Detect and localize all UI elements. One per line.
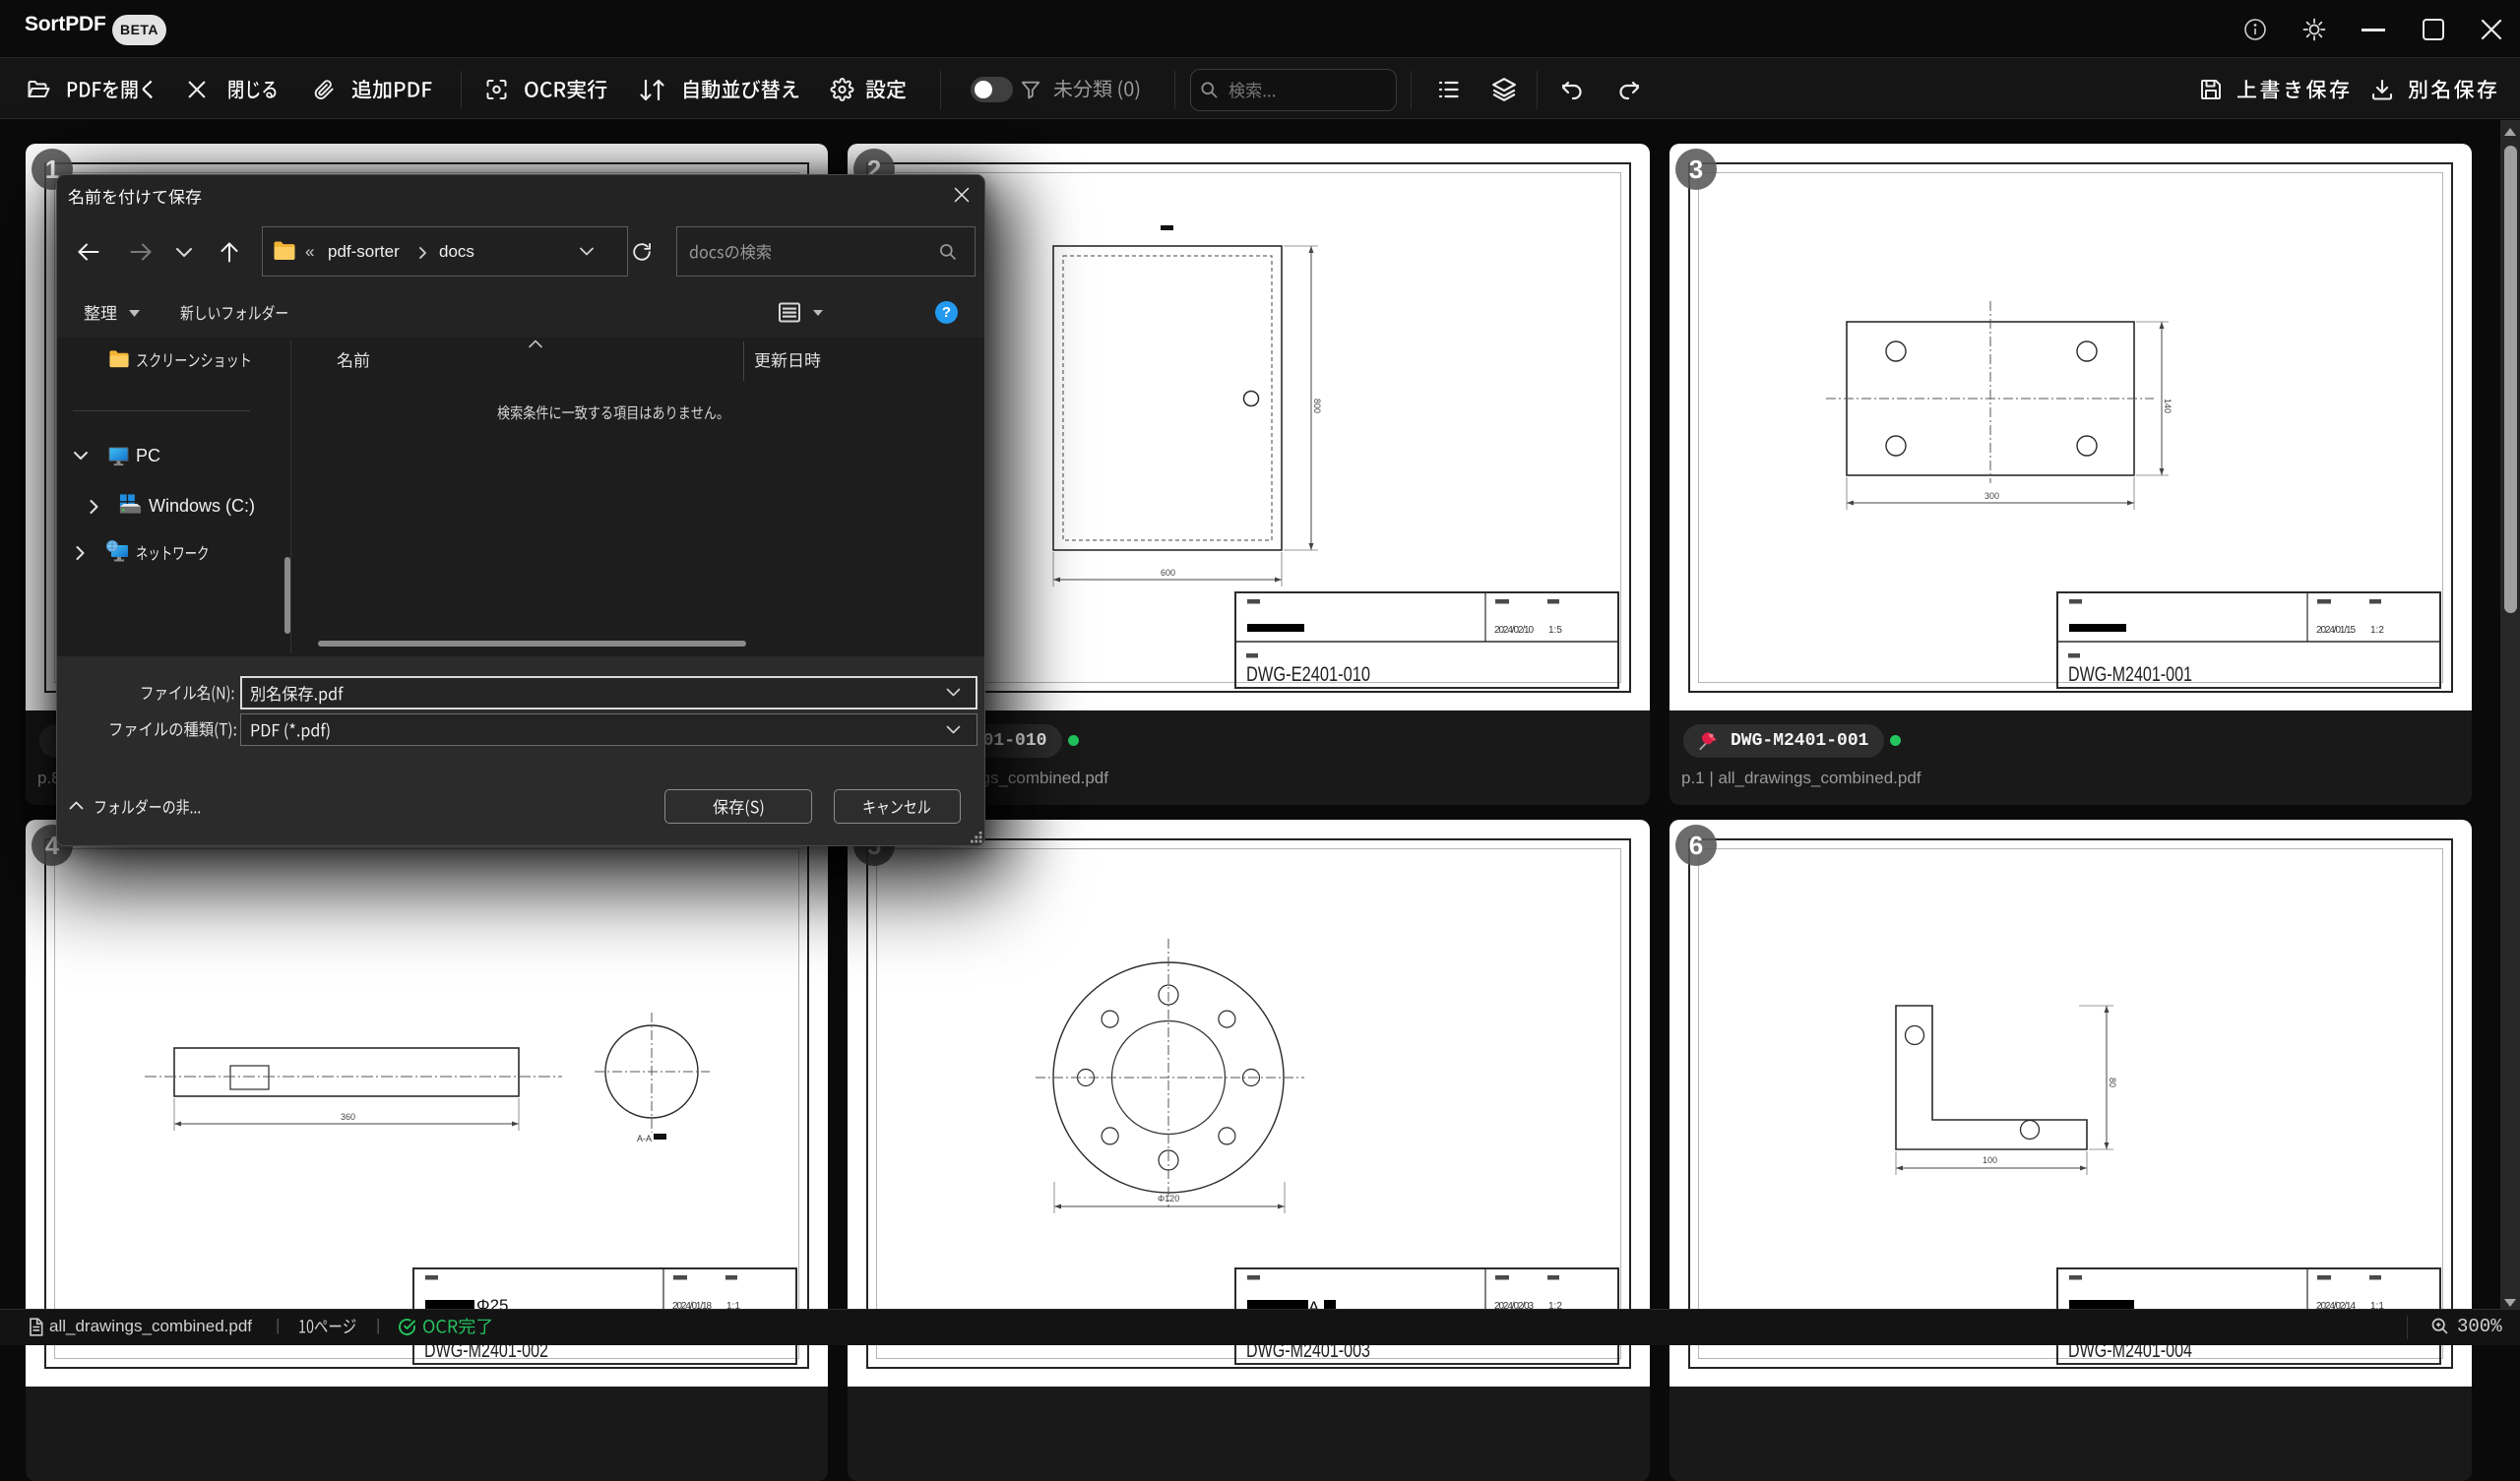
svg-text:Φ120: Φ120 — [1158, 1194, 1179, 1203]
svg-text:80: 80 — [2108, 1078, 2117, 1087]
svg-text:600: 600 — [1161, 568, 1175, 578]
svg-text:1:5: 1:5 — [1548, 625, 1562, 636]
svg-text:300: 300 — [1984, 491, 1999, 501]
svg-text:100: 100 — [1983, 1155, 1997, 1165]
svg-text:800: 800 — [1312, 399, 1322, 413]
svg-text:140: 140 — [2163, 399, 2173, 413]
svg-text:A-A: A-A — [637, 1134, 652, 1143]
svg-text:2024/01/15: 2024/01/15 — [2316, 625, 2356, 636]
svg-text:2024/02/10: 2024/02/10 — [1494, 625, 1534, 636]
svg-text:360: 360 — [341, 1112, 355, 1122]
svg-text:1:2: 1:2 — [2370, 625, 2384, 636]
svg-text:DWG-E2401-010: DWG-E2401-010 — [1246, 663, 1370, 686]
svg-text:DWG-M2401-001: DWG-M2401-001 — [2068, 663, 2192, 686]
